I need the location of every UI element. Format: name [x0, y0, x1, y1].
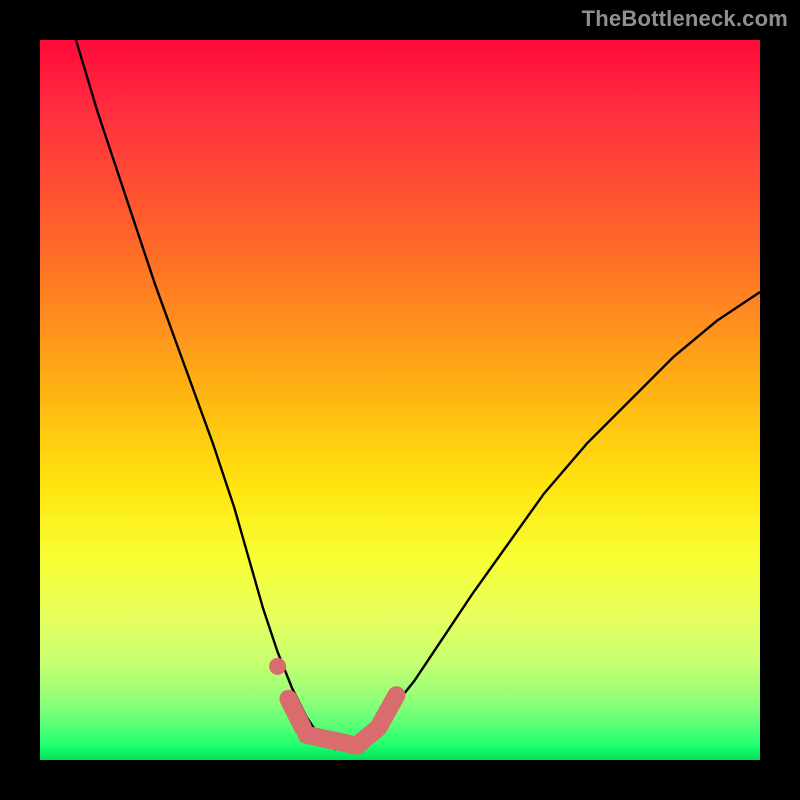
bottleneck-curve: [76, 40, 760, 749]
chart-frame: TheBottleneck.com: [0, 0, 800, 800]
optimal-segment-3: [378, 695, 396, 727]
optimal-dot: [269, 658, 286, 675]
plot-area: [40, 40, 760, 760]
watermark-text: TheBottleneck.com: [582, 6, 788, 32]
bottleneck-curve-svg: [40, 40, 760, 760]
optimal-range-marker: [269, 658, 396, 746]
